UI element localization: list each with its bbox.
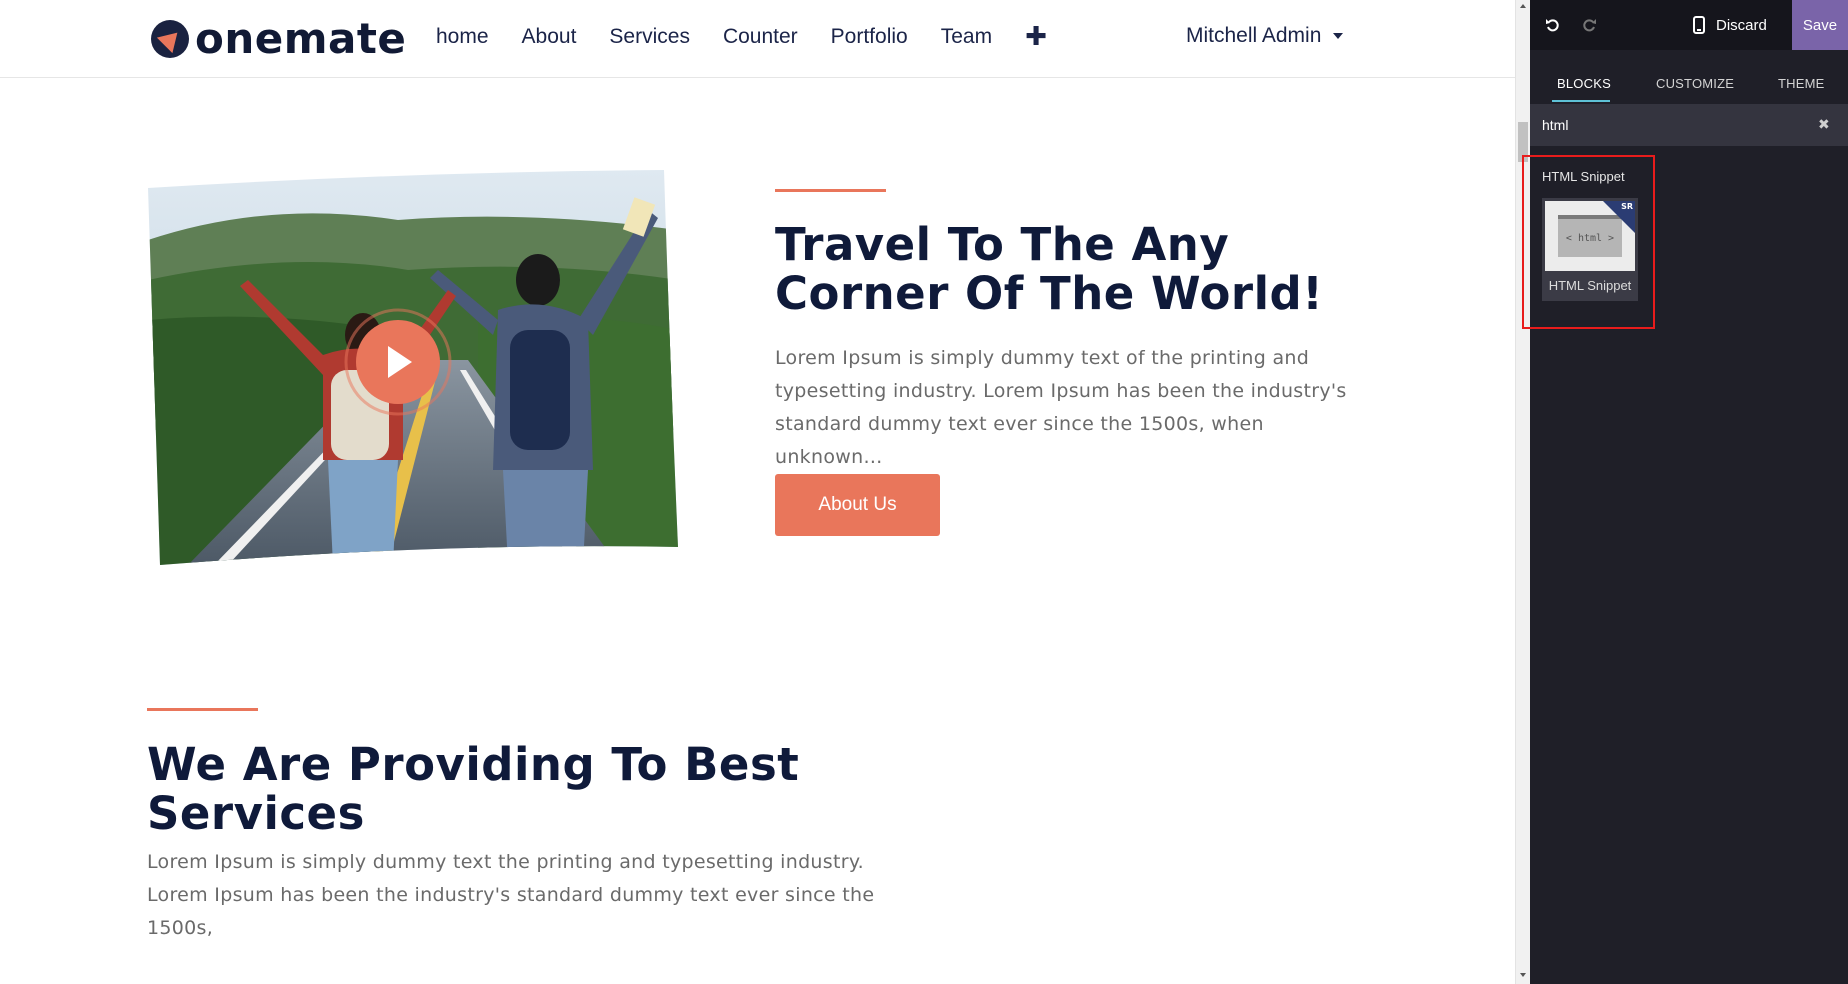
scroll-up-icon[interactable] xyxy=(1520,4,1526,8)
plus-icon[interactable]: ✚ xyxy=(1025,24,1047,50)
nav-link-counter[interactable]: Counter xyxy=(723,25,798,49)
editor-panel: Discard Save BLOCKS CUSTOMIZE THEME ✖ HT… xyxy=(1530,0,1848,984)
snippet-thumbnail: < html > SR xyxy=(1545,201,1635,271)
nav-link-portfolio[interactable]: Portfolio xyxy=(831,25,908,49)
hero-accent-line xyxy=(775,189,886,192)
user-name: Mitchell Admin xyxy=(1186,24,1322,47)
hero-text: Lorem Ipsum is simply dummy text of the … xyxy=(775,347,1347,468)
services-text: Lorem Ipsum is simply dummy text the pri… xyxy=(147,851,875,939)
nav-links: home About Services Counter Portfolio Te… xyxy=(436,24,1047,50)
scroll-thumb[interactable] xyxy=(1518,122,1528,162)
website-preview: onemate home About Services Counter Port… xyxy=(0,0,1515,984)
site-logo[interactable]: onemate xyxy=(151,18,406,60)
nav-link-services[interactable]: Services xyxy=(609,25,690,49)
tab-theme[interactable]: THEME xyxy=(1778,76,1825,91)
html-snippet-block[interactable]: < html > SR HTML Snippet xyxy=(1542,198,1638,301)
logo-text: onemate xyxy=(195,14,407,63)
site-navbar: onemate home About Services Counter Port… xyxy=(0,0,1515,78)
clear-search-icon[interactable]: ✖ xyxy=(1818,116,1830,133)
snippet-badge-label: SR xyxy=(1621,202,1633,211)
nav-link-home[interactable]: home xyxy=(436,25,489,49)
save-button[interactable]: Save xyxy=(1792,0,1848,50)
tab-blocks[interactable]: BLOCKS xyxy=(1557,76,1611,91)
scroll-down-icon[interactable] xyxy=(1520,973,1526,977)
services-accent-line xyxy=(147,708,258,711)
about-us-button[interactable]: About Us xyxy=(775,474,940,536)
snippet-group-title: HTML Snippet xyxy=(1542,169,1625,184)
user-menu[interactable]: Mitchell Admin xyxy=(1186,24,1344,48)
editor-tabs: BLOCKS CUSTOMIZE THEME xyxy=(1530,70,1848,104)
snippet-search-input[interactable] xyxy=(1542,104,1802,146)
hero-title: Travel To The Any Corner Of The World! xyxy=(775,218,1324,320)
caret-down-icon xyxy=(1333,33,1344,39)
hero-image xyxy=(148,170,678,565)
page-scrollbar[interactable] xyxy=(1515,0,1530,984)
active-tab-indicator xyxy=(1552,100,1610,102)
tab-customize[interactable]: CUSTOMIZE xyxy=(1656,76,1734,91)
nav-link-team[interactable]: Team xyxy=(941,25,992,49)
discard-button[interactable]: Discard xyxy=(1716,0,1767,50)
play-icon xyxy=(344,308,452,416)
snippet-search-bar: ✖ xyxy=(1530,104,1848,146)
services-title: We Are Providing To Best Services xyxy=(147,738,800,840)
redo-icon[interactable] xyxy=(1578,14,1600,36)
nav-link-about[interactable]: About xyxy=(522,25,577,49)
snippet-label: HTML Snippet xyxy=(1548,278,1632,293)
logo-rocket-icon xyxy=(151,20,189,58)
editor-toolbar: Discard Save xyxy=(1530,0,1848,50)
undo-icon[interactable] xyxy=(1542,14,1564,36)
mobile-preview-icon[interactable] xyxy=(1688,14,1710,36)
